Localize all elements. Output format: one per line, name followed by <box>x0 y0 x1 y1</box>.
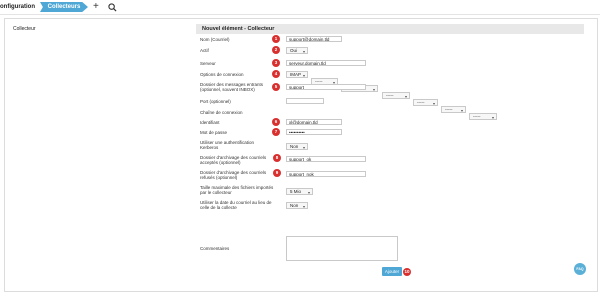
chevron-down-icon: ▾ <box>404 94 407 99</box>
dossier-label: Dossier des messages entrants (optionnel… <box>200 82 264 92</box>
option-select-7[interactable]: ----- ▾ <box>469 113 497 120</box>
breadcrumb-collecteurs[interactable]: Collecteurs <box>40 2 88 12</box>
step-badge-7: 7 <box>272 128 280 136</box>
date-label: Utiliser la date du courriel au lieu de … <box>200 200 272 210</box>
kerberos-select[interactable]: Non ▾ <box>286 143 308 150</box>
archive-ko-input[interactable]: support_nok <box>286 171 366 177</box>
actif-label: Actif <box>200 48 209 53</box>
dossier-input[interactable]: support <box>286 84 366 90</box>
chevron-down-icon: ▾ <box>302 204 305 209</box>
serveur-label: Serveur <box>200 61 216 66</box>
row-date: Utiliser la date du courriel au lieu de … <box>196 200 584 210</box>
chevron-down-icon: ▾ <box>460 108 463 113</box>
archive-ko-label: Dossier d'archivage des courriels refusé… <box>200 170 267 180</box>
kerberos-label: Utiliser une authentification Kerberos <box>200 140 255 150</box>
help-button[interactable]: FAQ <box>574 263 586 275</box>
taille-label: Taille maximale des fichiers importés pa… <box>200 185 274 195</box>
taille-value: 5 Mio <box>290 189 302 194</box>
kerberos-value: Non <box>290 144 299 149</box>
chevron-down-icon: ▾ <box>372 87 375 92</box>
step-badge-1: 1 <box>272 35 280 43</box>
password-label: Mot de passe <box>200 130 228 135</box>
nom-input[interactable]: support@domain.tld <box>286 36 342 42</box>
row-kerberos: Utiliser une authentification Kerberos N… <box>196 140 584 150</box>
identifiant-input[interactable]: xl@domain.tld <box>286 119 342 125</box>
step-badge-9: 9 <box>273 169 281 177</box>
option-select-4[interactable]: ----- ▾ <box>382 92 410 99</box>
chevron-down-icon: ▾ <box>302 145 305 150</box>
chevron-down-icon: ▾ <box>491 115 494 120</box>
taille-select[interactable]: 5 Mio ▾ <box>286 188 313 195</box>
identifiant-label: Identifiant <box>200 120 220 125</box>
commentaires-textarea[interactable] <box>286 236 398 261</box>
nom-label: Nom (Courriel) <box>200 37 230 42</box>
step-badge-6: 6 <box>272 118 280 126</box>
step-badge-2: 2 <box>272 46 280 54</box>
option-select-6[interactable]: ----- ▾ <box>441 106 466 113</box>
form-header: Nouvel élément - Collecteur <box>196 24 584 34</box>
serveur-input[interactable]: serveur.domain.tld <box>286 60 366 66</box>
breadcrumb-configuration[interactable]: onfiguration <box>0 2 35 12</box>
options-label: Options de connexion <box>200 72 244 77</box>
step-badge-8: 8 <box>273 154 281 162</box>
top-bar: onfiguration Collecteurs + <box>0 0 600 15</box>
chevron-down-icon: ▾ <box>302 49 305 54</box>
actif-value: Oui <box>290 48 298 53</box>
row-taille: Taille maximale des fichiers importés pa… <box>196 185 584 195</box>
step-badge-4: 4 <box>272 70 280 78</box>
archive-ok-input[interactable]: support_ok <box>286 156 366 162</box>
option-value-7: ----- <box>473 114 481 119</box>
chevron-down-icon: ▾ <box>307 190 310 195</box>
date-select[interactable]: Non ▾ <box>286 202 308 209</box>
protocol-select[interactable]: IMAP ▾ <box>286 71 308 78</box>
form-panel: Nouvel élément - Collecteur Nom (Courrie… <box>196 24 584 279</box>
option-select-5[interactable]: ----- ▾ <box>413 99 438 106</box>
add-icon[interactable]: + <box>93 1 99 12</box>
commentaires-label: Commentaires <box>200 246 230 251</box>
actif-select[interactable]: Oui ▾ <box>286 47 308 54</box>
option-value-5: ----- <box>417 100 425 105</box>
step-badge-3: 3 <box>272 59 280 67</box>
port-input[interactable] <box>286 98 324 104</box>
page-title: Collecteur <box>13 26 36 32</box>
protocol-value: IMAP <box>290 72 302 77</box>
chevron-down-icon: ▾ <box>432 101 435 106</box>
row-actif: Actif 2 Oui ▾ <box>196 46 584 55</box>
chaine-label: Chaîne de connexion <box>200 110 243 115</box>
password-input[interactable]: •••••••••• <box>286 129 342 135</box>
port-label: Port (optionnel) <box>200 99 231 104</box>
chevron-down-icon: ▾ <box>302 73 305 78</box>
search-icon[interactable] <box>108 3 117 12</box>
step-badge-10: 10 <box>403 268 411 276</box>
option-value-6: ----- <box>445 107 453 112</box>
date-value: Non <box>290 203 299 208</box>
ajouter-button[interactable]: Ajouter <box>382 267 402 276</box>
option-value-4: ----- <box>386 93 394 98</box>
archive-ok-label: Dossier d'archivage des courriels accept… <box>200 155 267 165</box>
step-badge-5: 5 <box>272 83 280 91</box>
